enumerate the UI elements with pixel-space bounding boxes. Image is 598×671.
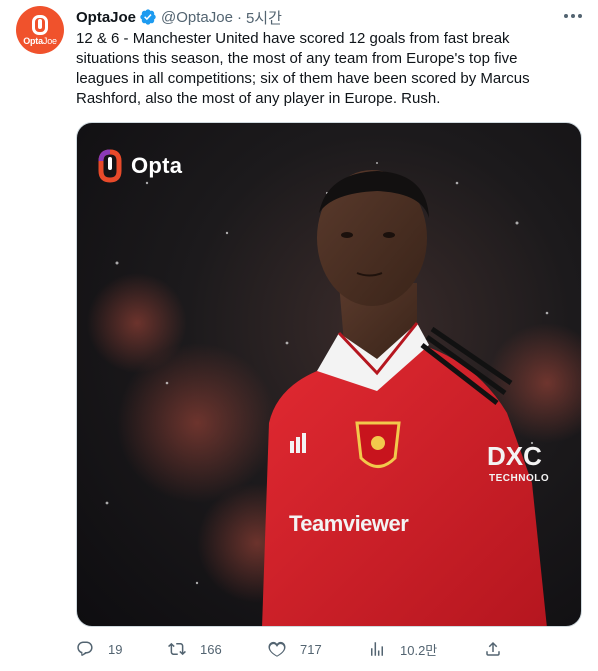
author-display-name[interactable]: OptaJoe — [76, 9, 136, 26]
retweet-icon — [168, 642, 186, 656]
opta-logo-icon — [98, 149, 122, 183]
like-button[interactable]: 717 — [268, 638, 322, 660]
opta-logo: Opta — [97, 149, 182, 183]
header-separator: · — [236, 8, 242, 26]
verified-badge-icon — [140, 9, 156, 25]
views-count: 10.2만 — [400, 642, 438, 658]
retweet-count: 166 — [200, 641, 222, 657]
like-icon — [268, 641, 286, 657]
avatar[interactable]: OptaJoe — [16, 6, 64, 54]
more-icon[interactable] — [560, 6, 586, 26]
tweet-actions: 19 166 717 10.2만 — [76, 638, 582, 660]
share-button[interactable] — [484, 638, 516, 660]
opta-logo-text: Opta — [131, 153, 183, 178]
opta-avatar-glyph — [32, 15, 48, 35]
player-photo — [87, 162, 581, 626]
author-handle[interactable]: @OptaJoe — [161, 9, 233, 26]
views-button[interactable]: 10.2만 — [368, 638, 437, 660]
tweet-header: OptaJoe @OptaJoe · 5시간 — [76, 7, 282, 27]
reply-icon — [77, 641, 93, 656]
shirt-sponsor: Teamviewer — [289, 511, 409, 536]
tweet-text: 12 & 6 - Manchester United have scored 1… — [76, 30, 530, 107]
sleeve-sponsor: DXC — [487, 441, 542, 471]
views-icon — [371, 642, 383, 656]
avatar-brand: OptaJoe — [23, 36, 57, 46]
tweet: OptaJoe OptaJoe @OptaJoe · 5시간 12 & 6 - … — [0, 0, 598, 671]
like-count: 717 — [300, 641, 322, 657]
retweet-button[interactable]: 166 — [168, 638, 222, 660]
sleeve-sponsor-sub: TECHNOLO — [489, 473, 550, 484]
share-icon — [486, 641, 500, 656]
tweet-media-image[interactable]: Teamviewer DXC TECHNOLO Opta — [76, 122, 582, 627]
tweet-timestamp[interactable]: 5시간 — [246, 7, 282, 28]
reply-count: 19 — [108, 641, 123, 657]
reply-button[interactable]: 19 — [76, 638, 122, 660]
